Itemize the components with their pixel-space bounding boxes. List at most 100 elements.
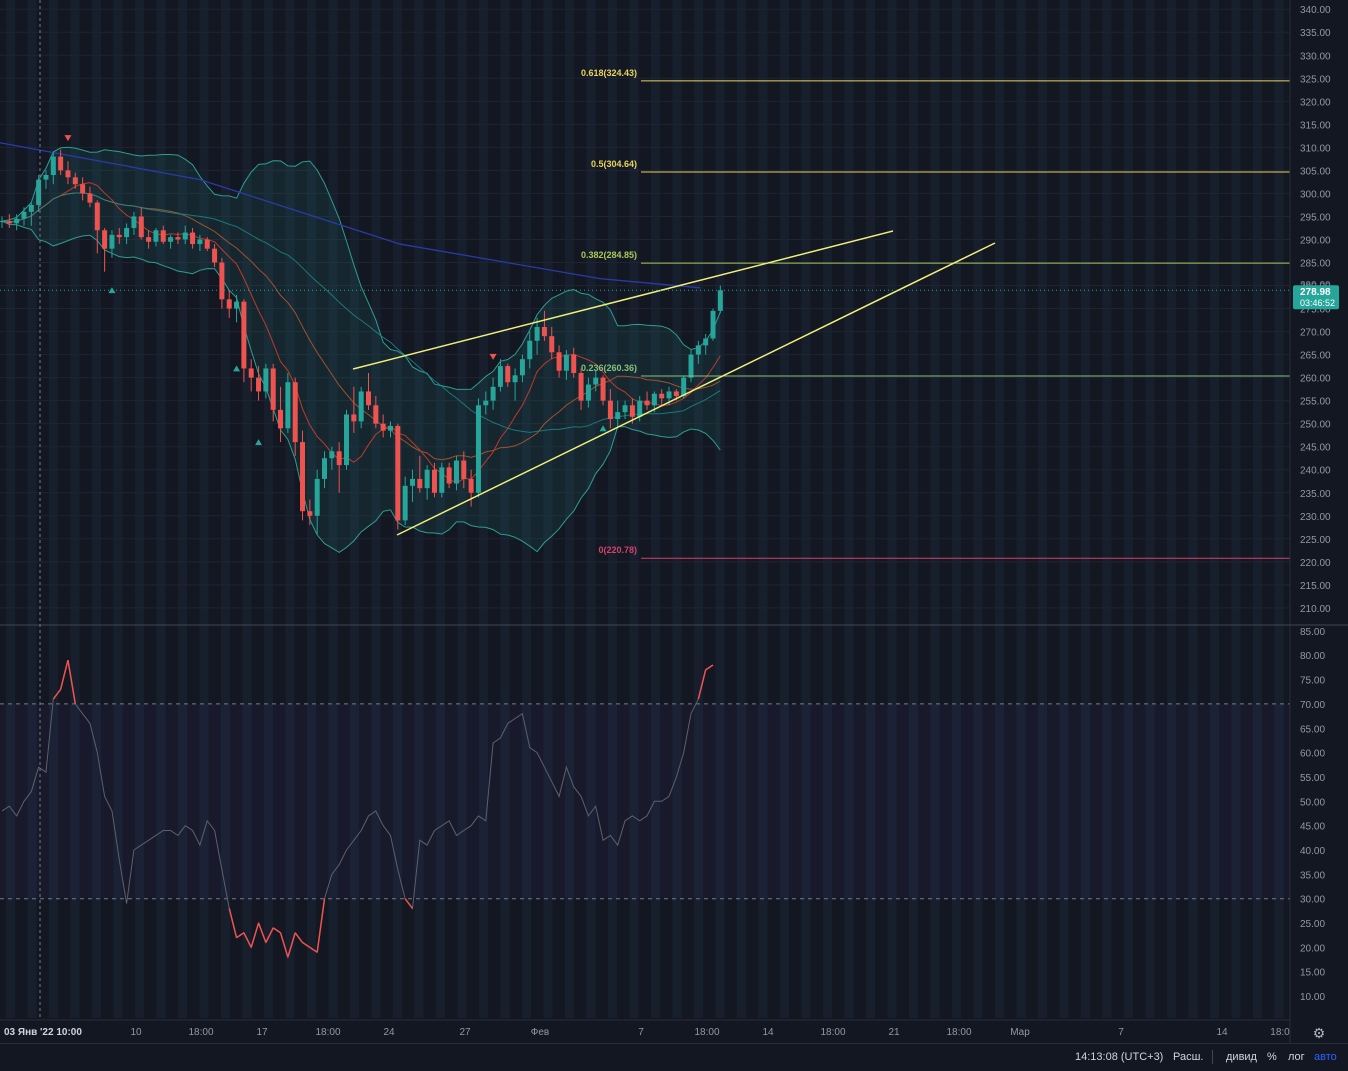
candle-body	[366, 391, 371, 406]
candle-body	[219, 262, 225, 300]
candle-body	[124, 227, 130, 238]
candle-body	[102, 230, 108, 249]
price-tick-label: 295.00	[1300, 212, 1331, 223]
candle-body	[703, 338, 709, 346]
rsi-tick-label: 45.00	[1300, 822, 1325, 833]
price-tick-label: 260.00	[1300, 374, 1331, 385]
candle-body	[300, 442, 306, 512]
candle-body	[168, 237, 174, 242]
candle-body	[322, 458, 328, 479]
price-tick-label: 330.00	[1300, 51, 1331, 62]
candle-body	[314, 478, 320, 516]
candle-body	[226, 299, 232, 309]
candle-body	[637, 400, 643, 417]
candle-body	[688, 354, 694, 378]
bar-countdown-label: 03:46:52	[1300, 298, 1335, 308]
candle-body	[424, 469, 430, 489]
candle-body	[6, 221, 12, 224]
candle-body	[182, 232, 188, 240]
candle-body	[28, 204, 34, 212]
rsi-tick-label: 75.00	[1300, 676, 1325, 687]
rsi-tick-label: 60.00	[1300, 749, 1325, 760]
log-scale-button[interactable]: лог	[1288, 1051, 1305, 1063]
candle-body	[256, 377, 262, 392]
candle-body	[263, 368, 269, 392]
candle-body	[475, 405, 481, 493]
candle-body	[43, 174, 49, 180]
time-tick-label: Фев	[531, 1027, 549, 1038]
candle-body	[94, 202, 100, 231]
candle-body	[197, 239, 203, 245]
price-tick-label: 220.00	[1300, 558, 1331, 569]
candle-body	[571, 354, 577, 374]
candle-body	[387, 425, 393, 431]
rsi-band-fill	[0, 703, 1290, 899]
price-tick-label: 270.00	[1300, 328, 1331, 339]
candle-body	[80, 184, 86, 194]
candle-body	[644, 400, 650, 406]
percent-scale-button[interactable]: %	[1267, 1051, 1277, 1063]
candle-body	[146, 237, 152, 242]
candle-body	[131, 216, 137, 228]
candle-body	[534, 326, 540, 341]
time-tick-label: 03 Янв '22 10:00	[4, 1027, 82, 1038]
price-tick-label: 250.00	[1300, 420, 1331, 431]
time-tick-label: 18:0	[1270, 1027, 1290, 1038]
candle-body	[395, 425, 401, 521]
price-tick-label: 210.00	[1300, 604, 1331, 615]
candle-body	[0, 221, 5, 223]
candle-body	[344, 414, 350, 466]
clock-readout: 14:13:08 (UTC+3)	[1075, 1051, 1164, 1063]
candle-body	[241, 301, 247, 369]
time-tick-label: 18:00	[694, 1027, 719, 1038]
candle-body	[512, 375, 518, 383]
candle-body	[600, 377, 606, 401]
time-tick-label: 14	[762, 1027, 774, 1038]
rsi-tick-label: 35.00	[1300, 870, 1325, 881]
rsi-tick-label: 70.00	[1300, 700, 1325, 711]
price-tick-label: 315.00	[1300, 120, 1331, 131]
candle-body	[65, 170, 71, 178]
extended-hours-button[interactable]: Расш.	[1173, 1051, 1203, 1063]
rsi-tick-label: 80.00	[1300, 651, 1325, 662]
candle-body	[681, 377, 687, 397]
candle-body	[453, 460, 459, 484]
rsi-tick-label: 10.00	[1300, 992, 1325, 1003]
auto-scale-button[interactable]: авто	[1314, 1051, 1337, 1063]
candle-body	[622, 405, 628, 413]
fib-level-label: 0.618(324.43)	[581, 68, 637, 78]
candle-body	[527, 340, 533, 360]
candle-body	[431, 469, 437, 493]
candle-body	[519, 359, 525, 376]
rsi-tick-label: 65.00	[1300, 724, 1325, 735]
chart-canvas[interactable]: 0.618(324.43) 0.5(304.64) 0.382(284.85) 0.2…	[0, 0, 1348, 1043]
dividends-button[interactable]: дивид	[1226, 1051, 1257, 1063]
candle-body	[417, 478, 423, 489]
candle-body	[717, 290, 723, 311]
toolbar-divider	[1212, 1050, 1213, 1064]
candle-body	[307, 511, 313, 516]
time-tick-label: 18:00	[188, 1027, 213, 1038]
fib-level-label: 0.5(304.64)	[591, 159, 637, 169]
candle-body	[285, 382, 291, 429]
time-tick-label: Мар	[1010, 1027, 1030, 1038]
gear-icon[interactable]: ⚙	[1310, 1024, 1328, 1042]
bottom-toolbar: 14:13:08 (UTC+3) Расш. дивид % лог авто	[0, 1043, 1348, 1071]
candle-body	[593, 377, 599, 385]
time-tick-label: 24	[383, 1027, 395, 1038]
rsi-tick-label: 30.00	[1300, 895, 1325, 906]
time-tick-label: 7	[1118, 1027, 1124, 1038]
last-price-label: 278.98	[1300, 287, 1331, 298]
candle-body	[212, 248, 218, 263]
candle-body	[270, 368, 276, 410]
candle-body	[278, 409, 284, 429]
candle-body	[58, 156, 64, 171]
candle-body	[138, 216, 144, 238]
rsi-tick-label: 85.00	[1300, 627, 1325, 638]
candle-body	[109, 234, 115, 249]
candle-body	[549, 336, 555, 353]
candle-body	[190, 232, 196, 245]
fib-level-label: 0.236(260.36)	[581, 363, 637, 373]
candle-body	[373, 405, 379, 424]
candle-body	[446, 467, 452, 484]
